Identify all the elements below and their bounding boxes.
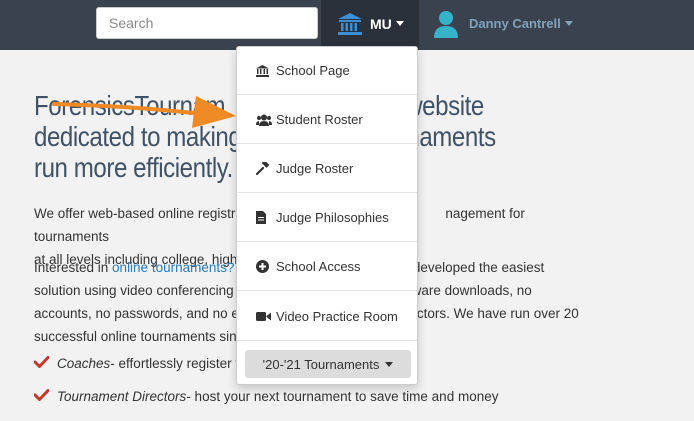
chevron-down-icon [565,21,573,26]
feature-role: Coaches [57,356,111,371]
online-tournaments-link[interactable]: online tournaments? [112,260,234,275]
menu-item-student-roster[interactable]: Student Roster [237,96,417,144]
video-icon [256,311,272,322]
bank-icon [337,12,363,41]
school-abbreviation: MU [370,16,392,32]
plus-circle-icon [256,260,272,273]
menu-item-label: School Page [276,63,350,78]
chevron-down-icon [385,361,394,367]
bank-icon [256,64,272,77]
menu-item-judge-roster[interactable]: Judge Roster [237,145,417,193]
paragraph-text: ctors. We have run over 20 [416,306,579,321]
gavel-icon [256,162,272,175]
paragraph-text: ware downloads, no [411,283,532,298]
top-navbar: MU Danny Cantrell [0,0,694,50]
school-menu-button[interactable]: MU [321,0,419,50]
menu-item-label: Video Practice Room [276,308,398,324]
menu-divider [237,340,417,341]
feature-text: - effortlessly register t [110,356,240,371]
menu-item-label: Judge Philosophies [276,210,389,225]
paragraph-text: We offer web-based online registr [34,206,236,221]
users-icon [256,114,272,126]
season-selector-button[interactable]: '20-'21 Tournaments [245,350,411,378]
feature-coaches: Coaches - effortlessly register t [33,356,240,371]
feature-text: - host your next tournament to save time… [186,389,499,404]
feature-role: Tournament Directors [57,389,187,404]
paragraph-text: solution using video conferencing [34,283,234,298]
menu-item-video-practice-room[interactable]: Video Practice Room [237,292,417,340]
season-selector-label: '20-'21 Tournaments [262,356,380,372]
user-name: Danny Cantrell [469,16,561,31]
search-input[interactable] [96,7,318,39]
paragraph-text: accounts, no passwords, and no e [34,306,239,321]
menu-item-label: Student Roster [276,112,363,127]
paragraph-text: Interested in [34,260,113,275]
user-menu[interactable]: Danny Cantrell [433,0,593,50]
paragraph-text: s developed the easiest [402,260,545,275]
menu-item-school-access[interactable]: School Access [237,243,417,291]
chevron-down-icon [396,21,404,26]
check-icon [33,356,50,371]
file-icon [256,211,272,224]
annotation-arrow [52,92,242,137]
check-icon [33,389,50,404]
menu-item-school-page[interactable]: School Page [237,47,417,95]
school-dropdown-menu: School Page Student Roster Judge Roster … [236,46,418,385]
user-avatar-icon [433,10,459,43]
feature-directors: Tournament Directors - host your next to… [33,389,499,404]
hero-text: run more efficiently. [34,152,233,183]
menu-item-label: School Access [276,259,361,274]
menu-item-judge-philosophies[interactable]: Judge Philosophies [237,194,417,242]
menu-item-label: Judge Roster [276,161,354,176]
paragraph-text: successful online tournaments sin [34,329,237,344]
